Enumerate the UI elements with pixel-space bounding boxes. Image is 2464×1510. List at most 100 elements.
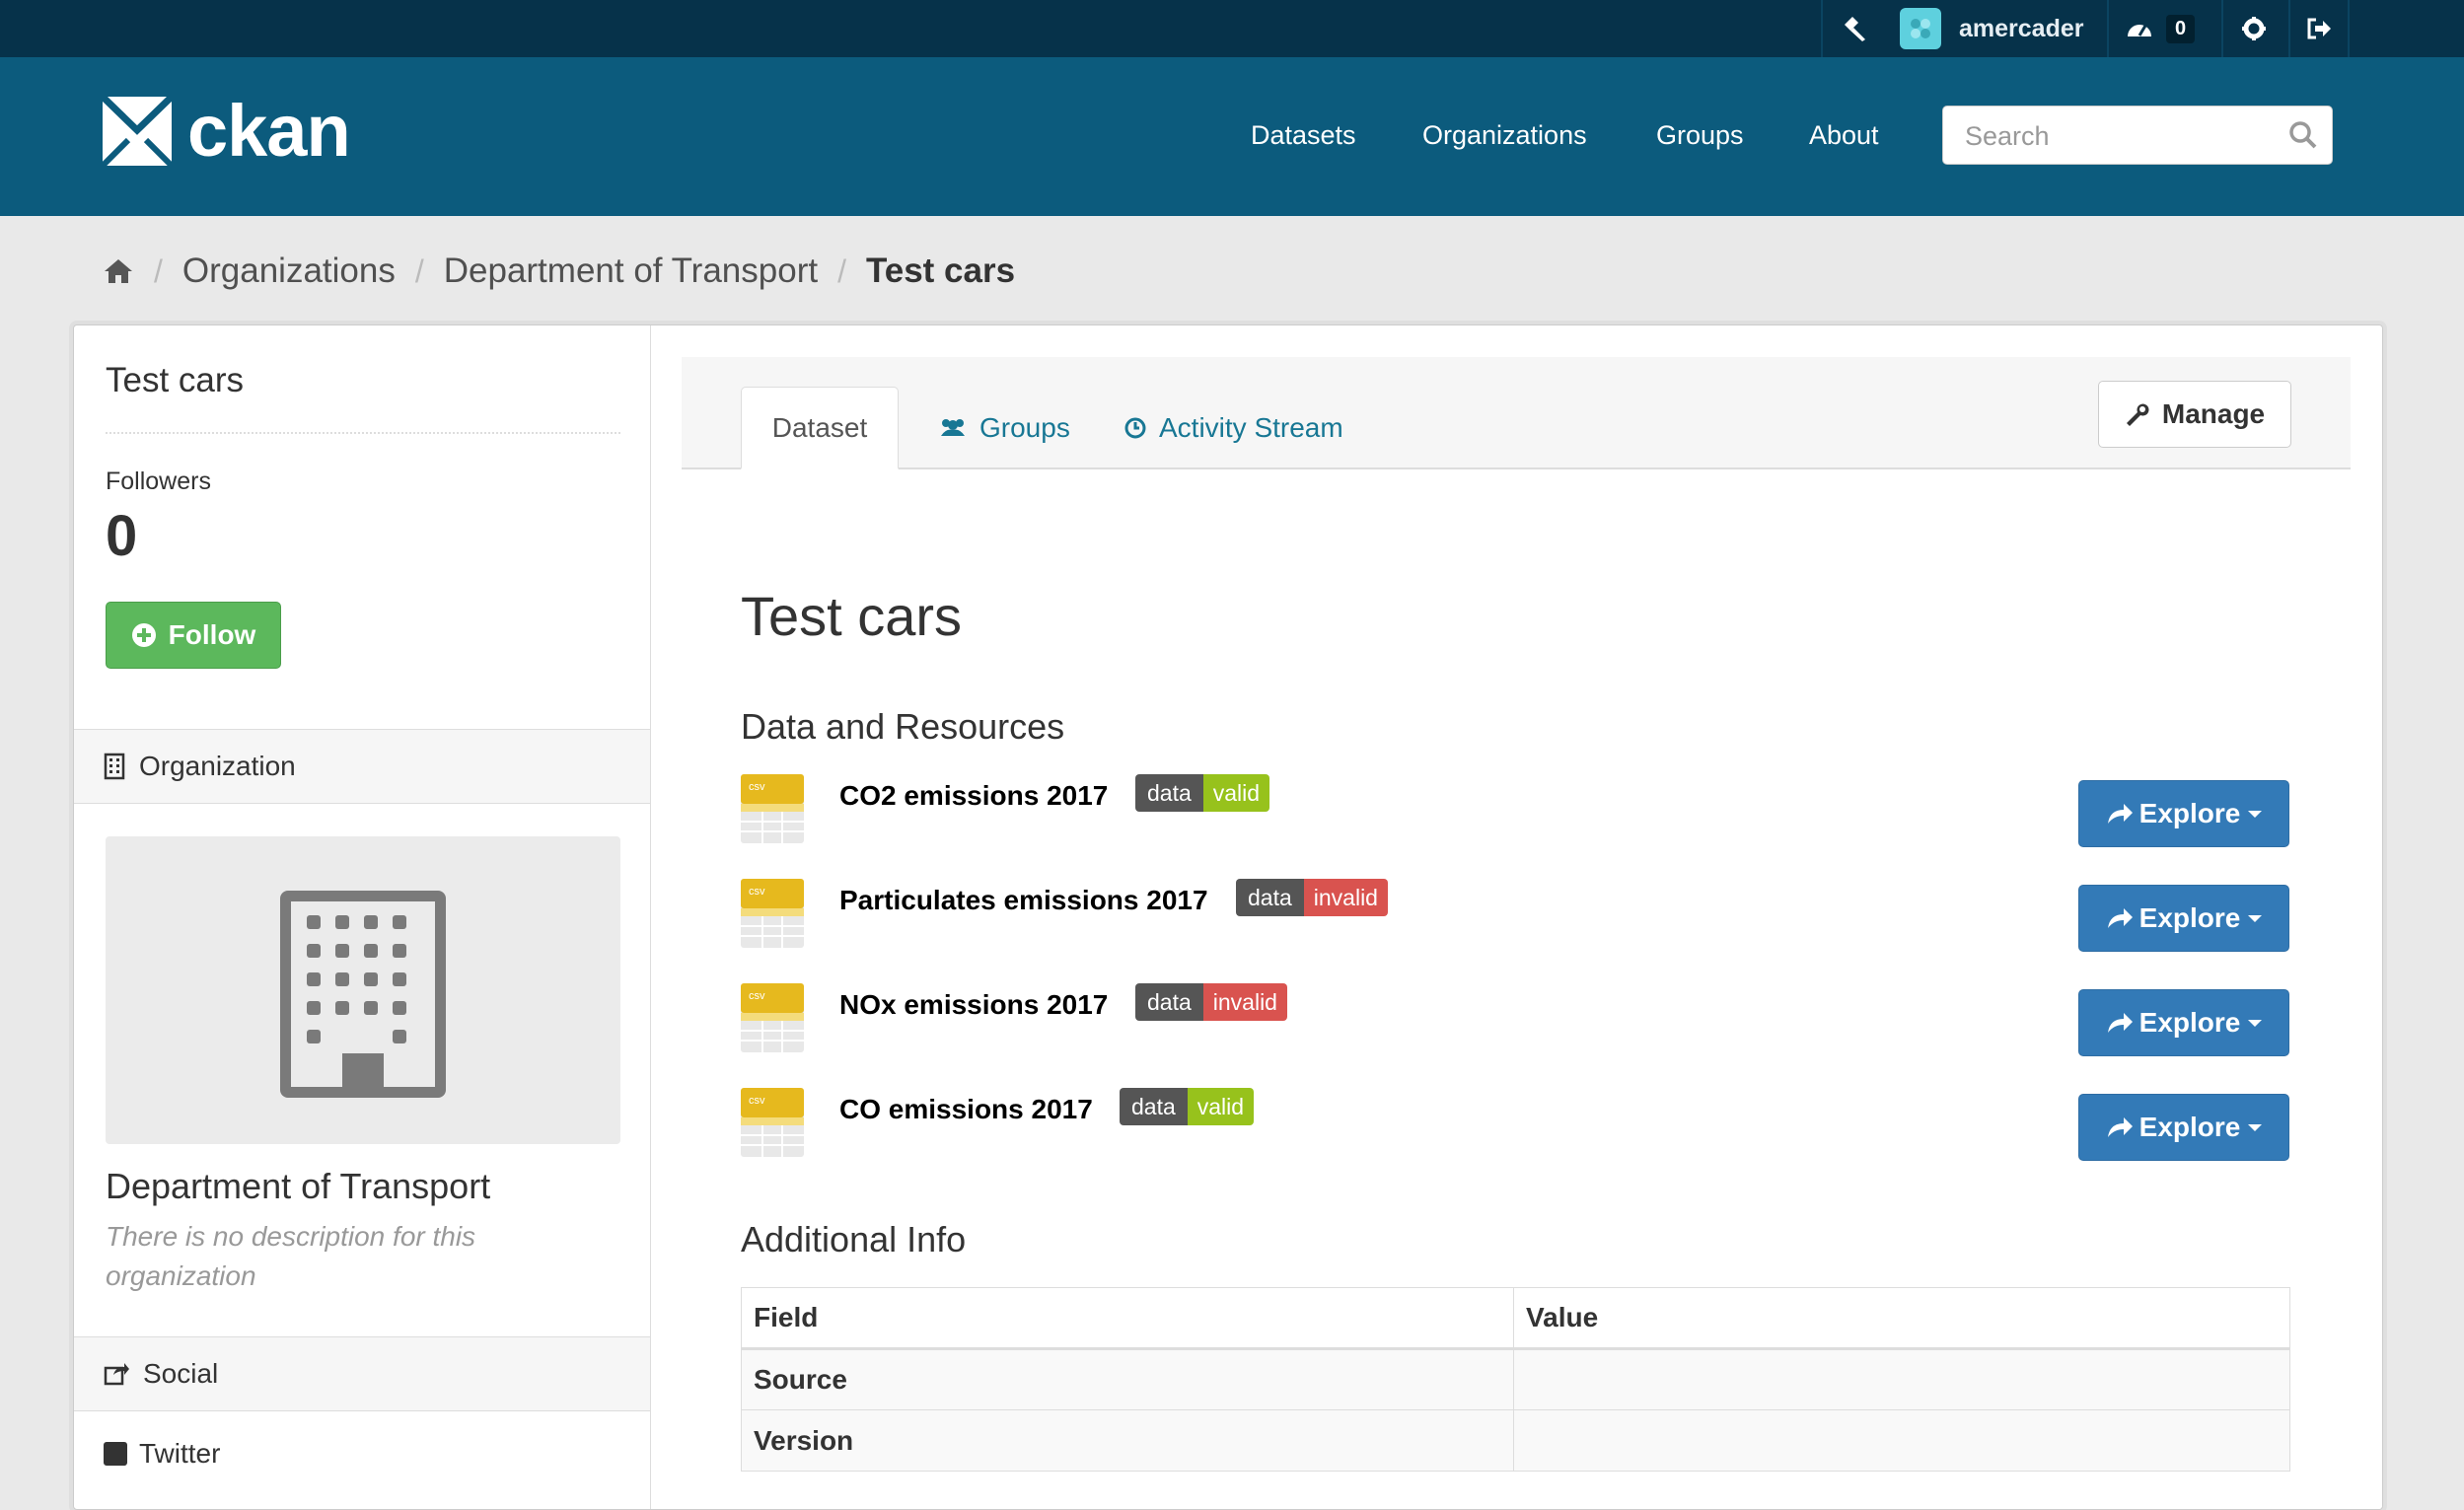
- tab-activity-stream[interactable]: Activity Stream: [1123, 387, 1343, 469]
- resource-title[interactable]: CO2 emissions 2017: [839, 780, 1108, 812]
- share-icon: [104, 1362, 129, 1386]
- share-arrow-icon: [2106, 802, 2134, 826]
- nav-organizations[interactable]: Organizations: [1422, 120, 1587, 151]
- plus-circle-icon: [131, 622, 157, 648]
- settings-gear-icon[interactable]: [2241, 0, 2267, 57]
- sidebar-dataset-title: Test cars: [106, 361, 244, 400]
- validation-badge[interactable]: data valid: [1120, 1088, 1254, 1125]
- validation-badge[interactable]: data invalid: [1236, 879, 1388, 916]
- additional-info-heading: Additional Info: [741, 1219, 966, 1260]
- badge-status: invalid: [1304, 879, 1388, 916]
- table-cell-field: Source: [742, 1349, 1514, 1410]
- followers-count: 0: [106, 503, 137, 569]
- account-separator: [2348, 0, 2350, 57]
- account-separator: [2221, 0, 2223, 57]
- breadcrumb-organizations[interactable]: Organizations: [182, 252, 396, 291]
- organization-name[interactable]: Department of Transport: [106, 1166, 490, 1207]
- followers-label: Followers: [106, 467, 211, 496]
- account-separator: [2107, 0, 2109, 57]
- nav-datasets[interactable]: Datasets: [1251, 120, 1356, 151]
- nav-groups[interactable]: Groups: [1656, 120, 1744, 151]
- caret-down-icon: [2248, 913, 2262, 923]
- search-box: [1942, 106, 2333, 165]
- tab-dataset-label: Dataset: [772, 412, 868, 444]
- account-bar: amercader 0: [0, 0, 2464, 57]
- svg-text:csv: csv: [749, 990, 765, 1002]
- table-cell-value: [1514, 1349, 2290, 1410]
- explore-button[interactable]: Explore: [2078, 989, 2289, 1056]
- resource-item: csv CO emissions 2017 data valid Explore: [741, 1088, 2289, 1186]
- badge-status: valid: [1188, 1088, 1254, 1125]
- table-row: Version: [742, 1410, 2290, 1472]
- main-wrapper: Test cars Followers 0 Follow Organizatio…: [73, 324, 2383, 1510]
- dataset-title: Test cars: [741, 584, 962, 648]
- tab-groups-label: Groups: [979, 412, 1070, 444]
- breadcrumb-organization[interactable]: Department of Transport: [444, 252, 818, 291]
- organization-heading-label: Organization: [139, 751, 296, 782]
- badge-label: data: [1135, 983, 1203, 1021]
- share-arrow-icon: [2106, 906, 2134, 930]
- clock-icon: [1123, 416, 1147, 440]
- svg-text:csv: csv: [749, 1095, 765, 1107]
- twitter-link[interactable]: Twitter: [104, 1438, 220, 1470]
- table-row: Source: [742, 1349, 2290, 1410]
- badge-label: data: [1236, 879, 1304, 916]
- organization-image[interactable]: [106, 836, 620, 1144]
- dashboard-count-badge: 0: [2166, 15, 2195, 43]
- logout-icon[interactable]: [2306, 0, 2332, 57]
- caret-down-icon: [2248, 1018, 2262, 1028]
- breadcrumb-separator: /: [837, 253, 846, 290]
- follow-button[interactable]: Follow: [106, 602, 281, 669]
- caret-down-icon: [2248, 809, 2262, 819]
- logo-text: ckan: [187, 95, 350, 168]
- resources-heading: Data and Resources: [741, 706, 1064, 748]
- explore-label: Explore: [2139, 1007, 2241, 1039]
- resource-title[interactable]: NOx emissions 2017: [839, 989, 1108, 1021]
- twitter-label: Twitter: [139, 1438, 220, 1470]
- explore-button[interactable]: Explore: [2078, 1094, 2289, 1161]
- breadcrumb-separator: /: [415, 253, 424, 290]
- site-logo[interactable]: ckan: [103, 95, 350, 168]
- csv-file-icon: csv: [741, 879, 804, 948]
- tab-activity-stream-label: Activity Stream: [1159, 412, 1343, 444]
- organization-heading: Organization: [74, 729, 650, 804]
- avatar: [1900, 8, 1941, 49]
- explore-label: Explore: [2139, 798, 2241, 829]
- search-input[interactable]: [1963, 107, 2283, 166]
- validation-badge[interactable]: data valid: [1135, 774, 1269, 812]
- resource-title[interactable]: Particulates emissions 2017: [839, 885, 1208, 916]
- validation-badge[interactable]: data invalid: [1135, 983, 1287, 1021]
- building-placeholder-icon: [106, 836, 620, 1144]
- nav-about[interactable]: About: [1809, 120, 1879, 151]
- account-separator: [2288, 0, 2290, 57]
- caret-down-icon: [2248, 1122, 2262, 1132]
- breadcrumb-current[interactable]: Test cars: [866, 252, 1015, 291]
- dashboard-link[interactable]: 0: [2125, 0, 2195, 57]
- search-icon[interactable]: [2288, 120, 2318, 150]
- column-header-field: Field: [742, 1288, 1514, 1349]
- csv-file-icon: csv: [741, 983, 804, 1052]
- additional-info-table: Field Value Source Version: [741, 1287, 2290, 1472]
- primary-content: Dataset Groups Activity Stream Manage: [650, 325, 2382, 1509]
- csv-file-icon: csv: [741, 1088, 804, 1157]
- masthead: ckan Datasets Organizations Groups About: [0, 57, 2464, 216]
- resource-title[interactable]: CO emissions 2017: [839, 1094, 1093, 1125]
- account-separator: [1821, 0, 1823, 57]
- user-link[interactable]: amercader: [1900, 0, 2083, 57]
- table-cell-value: [1514, 1410, 2290, 1472]
- breadcrumb: / Organizations / Department of Transpor…: [103, 247, 1015, 296]
- explore-button[interactable]: Explore: [2078, 780, 2289, 847]
- twitter-icon: [104, 1442, 127, 1466]
- sysadmin-icon[interactable]: [1841, 0, 1868, 57]
- tab-dataset[interactable]: Dataset: [741, 387, 899, 469]
- tab-groups[interactable]: Groups: [938, 387, 1070, 469]
- table-cell-field: Version: [742, 1410, 1514, 1472]
- column-header-value: Value: [1514, 1288, 2290, 1349]
- resource-item: csv CO2 emissions 2017 data valid Explor…: [741, 774, 2289, 873]
- home-icon[interactable]: [103, 257, 134, 285]
- share-arrow-icon: [2106, 1115, 2134, 1139]
- building-icon: [104, 753, 125, 780]
- explore-button[interactable]: Explore: [2078, 885, 2289, 952]
- manage-button[interactable]: Manage: [2098, 381, 2291, 448]
- badge-status: valid: [1203, 774, 1269, 812]
